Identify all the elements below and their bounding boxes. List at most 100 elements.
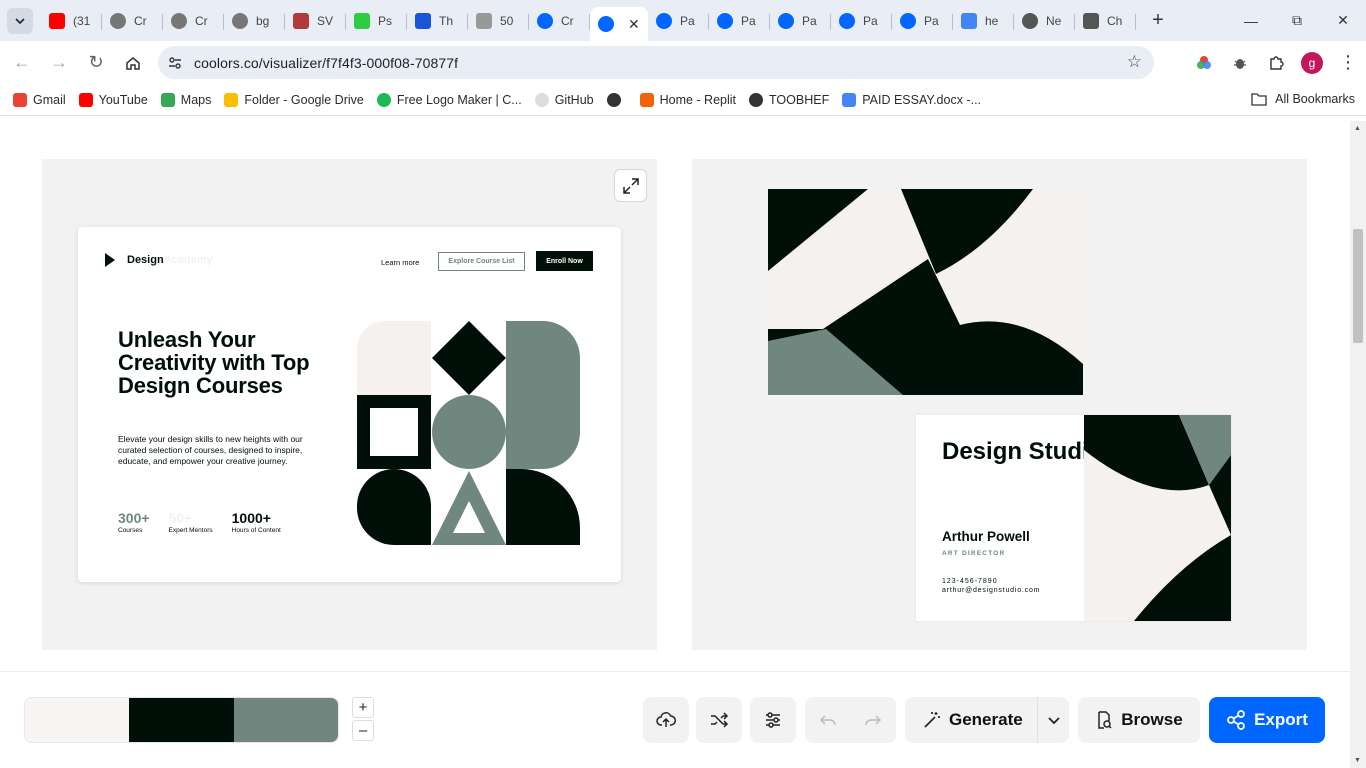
address-bar[interactable]: coolors.co/visualizer/f7f4f3-000f08-7087… — [158, 46, 1154, 79]
tab[interactable]: Th — [407, 5, 468, 37]
minimize-button[interactable]: — — [1228, 0, 1274, 41]
upload-button[interactable] — [643, 697, 689, 743]
coolors-icon — [778, 12, 794, 29]
tab[interactable]: Cr — [529, 5, 590, 37]
menu-kebab-icon[interactable]: ⋮ — [1330, 45, 1366, 81]
tab[interactable]: SV — [285, 5, 346, 37]
reload-button[interactable]: ↻ — [79, 46, 113, 80]
tab[interactable]: Cr — [163, 5, 224, 37]
adjust-button[interactable] — [750, 697, 796, 743]
site-info-icon[interactable] — [160, 48, 190, 78]
tab[interactable]: 50 — [468, 5, 529, 37]
bookmark-label: Home - Replit — [659, 92, 737, 107]
palette-preview[interactable] — [24, 697, 339, 743]
all-bookmarks-button[interactable]: All Bookmarks — [1251, 92, 1355, 106]
magic-wand-icon — [924, 712, 940, 728]
stat-number: 50+ — [168, 510, 193, 526]
sliders-icon — [766, 712, 780, 728]
redo-button[interactable] — [851, 697, 897, 743]
bookmark-item[interactable]: YouTube — [78, 92, 148, 107]
tab-title: he — [985, 13, 999, 28]
learn-more-link[interactable]: Learn more — [381, 258, 419, 267]
tab[interactable]: Pa — [648, 5, 709, 37]
youtube-icon — [78, 92, 93, 107]
tab[interactable]: Ne — [1014, 5, 1075, 37]
browse-label: Browse — [1121, 710, 1183, 729]
tab-title: Pa — [802, 13, 817, 28]
scroll-down-arrow[interactable]: ▼ — [1354, 757, 1361, 764]
card-person-role: ART DIRECTOR — [942, 550, 1006, 557]
business-card-panel: Design Studio Arthur Powell ART DIRECTOR… — [692, 159, 1307, 650]
page-scrollbar[interactable]: ▲ ▼ — [1350, 121, 1366, 768]
tab[interactable]: Pa — [831, 5, 892, 37]
bookmark-label: Gmail — [33, 92, 66, 107]
bookmark-label: TOOBHEF — [769, 92, 830, 107]
palette-swatch[interactable] — [233, 698, 338, 742]
tab[interactable]: bg — [224, 5, 285, 37]
export-button[interactable]: Export — [1209, 697, 1325, 743]
bookmark-star-icon[interactable]: ☆ — [1127, 52, 1142, 72]
bug-extension-icon[interactable] — [1222, 45, 1258, 81]
explore-course-list-button[interactable]: Explore Course List — [438, 252, 525, 271]
tab[interactable]: Pa — [892, 5, 953, 37]
restore-button[interactable]: ⧉ — [1274, 0, 1320, 41]
tab[interactable]: (31 — [41, 5, 102, 37]
youtube-icon — [49, 12, 65, 29]
bookmark-item[interactable]: GitHub — [534, 92, 594, 107]
tab-active[interactable]: ✕ — [590, 7, 648, 41]
chevron-down-icon — [1047, 717, 1060, 725]
tab-title: Pa — [741, 13, 756, 28]
extensions-puzzle-icon[interactable] — [1258, 45, 1294, 81]
bookmark-item[interactable]: Free Logo Maker | C... — [376, 92, 522, 107]
scroll-up-arrow[interactable]: ▲ — [1354, 125, 1361, 132]
tab[interactable]: Pa — [770, 5, 831, 37]
close-window-button[interactable]: ✕ — [1320, 0, 1366, 41]
bookmark-item[interactable] — [606, 92, 627, 107]
bookmark-item[interactable]: TOOBHEF — [749, 92, 830, 107]
bookmark-label: PAID ESSAY.docx -... — [862, 92, 982, 107]
zoom-out-button[interactable]: – — [352, 720, 374, 741]
fullscreen-button[interactable] — [614, 169, 647, 202]
hero-paragraph: Elevate your design skills to new height… — [118, 434, 303, 466]
bookmark-item[interactable]: Home - Replit — [639, 92, 737, 107]
generate-label: Generate — [949, 710, 1023, 729]
new-tab-button[interactable]: + — [1144, 7, 1172, 35]
tab[interactable]: Pa — [709, 5, 770, 37]
visualizer-page: Design Academy Learn more Explore Course … — [0, 121, 1350, 671]
coolors-icon — [656, 12, 672, 29]
zoom-in-button[interactable]: + — [352, 697, 374, 718]
bookmark-item[interactable]: PAID ESSAY.docx -... — [842, 92, 982, 107]
scrollbar-thumb[interactable] — [1353, 229, 1363, 343]
color-extension-icon[interactable] — [1186, 45, 1222, 81]
bookmark-item[interactable]: Folder - Google Drive — [224, 92, 364, 107]
tab[interactable]: he — [953, 5, 1014, 37]
folder-icon — [1251, 93, 1267, 106]
card-person-name: Arthur Powell — [942, 529, 1030, 544]
tab-search-button[interactable] — [7, 7, 33, 34]
profile-avatar[interactable]: g — [1301, 51, 1323, 74]
website-preview-panel: Design Academy Learn more Explore Course … — [42, 159, 657, 650]
enroll-now-button[interactable]: Enroll Now — [536, 251, 593, 271]
tab[interactable]: Ps — [346, 5, 407, 37]
browse-button[interactable]: Browse — [1078, 697, 1200, 743]
shuffle-button[interactable] — [696, 697, 742, 743]
generate-options-button[interactable] — [1037, 697, 1069, 743]
palette-swatch[interactable] — [129, 698, 234, 742]
website-mockup: Design Academy Learn more Explore Course … — [78, 227, 621, 582]
all-bookmarks-label: All Bookmarks — [1275, 92, 1355, 106]
home-button[interactable] — [116, 46, 150, 80]
coolors-icon — [717, 12, 733, 29]
forward-button[interactable]: → — [42, 46, 76, 80]
tab[interactable]: Cr — [102, 5, 163, 37]
close-tab-icon[interactable]: ✕ — [628, 16, 640, 33]
tab[interactable]: Ch — [1075, 5, 1136, 37]
back-button[interactable]: ← — [5, 46, 39, 80]
bookmark-item[interactable]: Gmail — [13, 92, 66, 107]
undo-button[interactable] — [805, 697, 851, 743]
tab-strip: (31 Cr Cr bg SV Ps Th 50 Cr ✕ Pa Pa Pa Pa Pa he Ne Ch + —… — [0, 0, 1366, 41]
bookmark-item[interactable]: Maps — [160, 92, 211, 107]
generate-button[interactable]: Generate — [905, 710, 1037, 730]
palette-swatch[interactable] — [25, 698, 130, 742]
doc-icon — [476, 12, 492, 29]
export-label: Export — [1254, 710, 1308, 729]
